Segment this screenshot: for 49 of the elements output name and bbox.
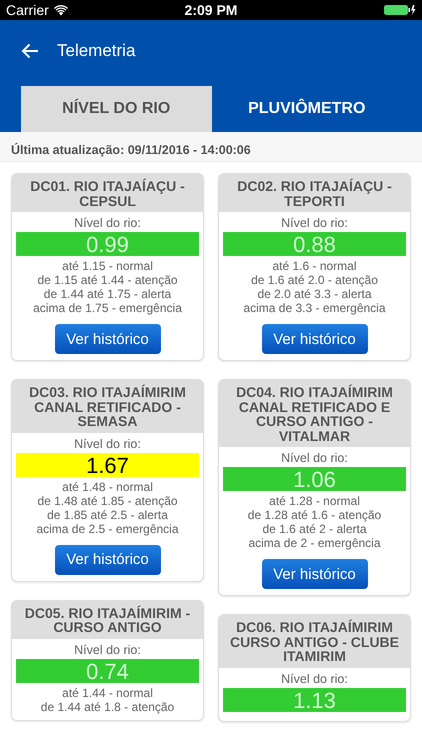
threshold-text: de 2.0 até 3.3 - alerta [257,287,372,301]
threshold-text: acima de 3.3 - emergência [243,301,386,315]
threshold-text: até 1.15 - normal [62,259,153,273]
battery-icon [384,4,416,16]
threshold-text: de 1.6 até 2 - alerta [262,522,367,536]
back-arrow-icon[interactable] [21,43,39,59]
threshold-text: até 1.48 - normal [62,480,153,494]
level-value: 0.74 [16,658,199,682]
level-value: 1.06 [223,467,406,491]
threshold-text: até 1.44 - normal [62,686,153,700]
level-value: 0.99 [16,232,199,256]
carrier-name: Carrier [6,2,49,18]
threshold-text: acima de 2 - emergência [248,536,381,550]
station-title: DC04. RIO ITAJAÍMIRIM CANAL RETIFICADO E CURSO ANTIGO - VITALMAR [219,380,410,447]
threshold-text: de 1.28 até 1.6 - atenção [248,508,382,522]
level-label: Nível do rio: [74,216,141,230]
threshold-text: de 1.15 até 1.44 - atenção [37,273,178,287]
station-title: DC06. RIO ITAJAÍMIRIM CURSO ANTIGO - CLUBE ITAMIRIM [219,615,410,668]
level-label: Nível do rio: [74,642,141,656]
station-title: DC01. RIO ITAJAÍAÇU - CEPSUL [12,174,203,212]
screen-title: Telemetria [57,41,136,61]
clock-time: 2:09 PM [184,2,238,18]
level-label: Nível do rio: [281,672,348,686]
threshold-text: de 1.44 até 1.75 - alerta [44,287,172,301]
threshold-text: até 1.28 - normal [269,494,360,508]
threshold-text: de 1.85 até 2.5 - alerta [47,508,168,522]
history-button[interactable]: Ver histórico [262,559,368,589]
level-value: 1.13 [223,688,406,712]
level-label: Nível do rio: [74,436,141,450]
station-title: DC05. RIO ITAJAÍMIRIM - CURSO ANTIGO [12,600,203,638]
threshold-text: até 1.6 - normal [272,259,357,273]
last-update-text: Última atualização: 09/11/2016 - 14:00:06 [11,143,251,157]
station-title: DC03. RIO ITAJAÍMIRIM CANAL RETIFICADO - SEMASA [12,380,203,432]
level-label: Nível do rio: [281,216,348,230]
threshold-text: acima de 1.75 - emergência [33,301,182,315]
station-title: DC02. RIO ITAJAÍAÇU - TEPORTI [219,174,410,212]
level-label: Nível do rio: [281,451,348,465]
tab[interactable]: PLUVIÔMETRO [212,86,402,132]
threshold-text: de 1.6 até 2.0 - atenção [251,273,378,287]
wifi-icon [54,4,68,16]
threshold-text: acima de 2.5 - emergência [36,522,179,536]
threshold-text: de 1.48 até 1.85 - atenção [37,494,178,508]
level-value: 0.88 [223,232,406,256]
history-button[interactable]: Ver histórico [54,544,160,574]
tab[interactable]: NÍVEL DO RIO [21,86,212,132]
history-button[interactable]: Ver histórico [262,324,368,354]
threshold-text: de 1.44 até 1.8 - atenção [40,700,174,714]
history-button[interactable]: Ver histórico [54,324,160,354]
level-value: 1.67 [16,452,199,476]
